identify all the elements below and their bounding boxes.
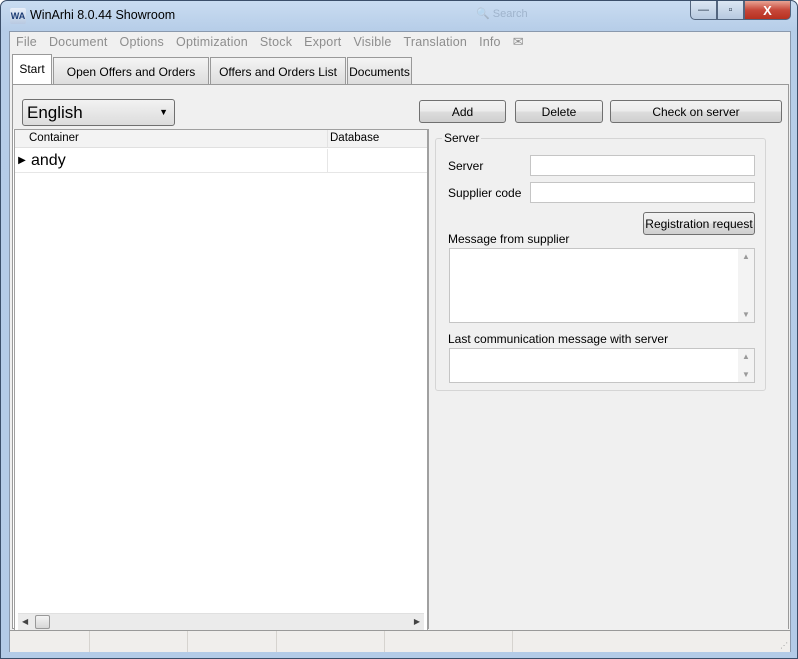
message-from-supplier-textarea[interactable]: ▲ ▼	[449, 248, 755, 323]
menu-export[interactable]: Export	[304, 35, 341, 49]
menu-visible[interactable]: Visible	[353, 35, 391, 49]
resize-grip-icon[interactable]: ⋰	[780, 641, 788, 650]
menu-translation[interactable]: Translation	[403, 35, 467, 49]
titlebar-search-ghost: 🔍 Search	[476, 8, 528, 20]
add-button[interactable]: Add	[419, 100, 506, 123]
status-panel-1	[10, 631, 90, 652]
app-window: WA WinArhi 8.0.44 Showroom 🔍 Search — ▫ …	[0, 0, 798, 659]
minimize-icon: —	[698, 4, 709, 16]
row-selector-icon: ▶	[18, 155, 26, 166]
registration-request-button[interactable]: Registration request	[643, 212, 755, 235]
status-panel-6	[513, 631, 790, 652]
menu-optimization[interactable]: Optimization	[176, 35, 248, 49]
server-group: Server Server Supplier code Registration…	[435, 131, 766, 391]
toolbar-strip: English ▼ Add Delete Check on server	[13, 85, 788, 129]
menu-info[interactable]: Info	[479, 35, 501, 49]
server-label: Server	[448, 159, 484, 173]
cell-container[interactable]: andy	[29, 149, 328, 172]
tab-documents[interactable]: Documents	[347, 57, 412, 85]
chevron-down-icon: ▼	[159, 107, 168, 117]
scroll-right-icon[interactable]: ▶	[414, 617, 420, 626]
menu-file[interactable]: File	[16, 35, 37, 49]
status-bar: ⋰	[10, 630, 790, 652]
menu-bar: File Document Options Optimization Stock…	[10, 32, 790, 51]
check-on-server-button[interactable]: Check on server	[610, 100, 782, 123]
client-area: File Document Options Optimization Stock…	[9, 31, 791, 652]
tab-start-label: Start	[19, 61, 45, 76]
delete-button[interactable]: Delete	[515, 100, 603, 123]
message-from-supplier-label: Message from supplier	[448, 232, 570, 246]
scroll-left-icon[interactable]: ◀	[22, 617, 28, 626]
tab-open-offers-orders-label: Open Offers and Orders	[66, 64, 196, 79]
maximize-icon: ▫	[728, 4, 733, 16]
title-bar[interactable]: WA WinArhi 8.0.44 Showroom 🔍 Search — ▫ …	[1, 1, 797, 31]
minimize-button[interactable]: —	[690, 1, 717, 20]
status-panel-2	[90, 631, 188, 652]
horizontal-scrollbar[interactable]: ◀ ▶	[18, 613, 424, 630]
status-panel-5	[385, 631, 513, 652]
scroll-down-icon[interactable]: ▼	[742, 310, 750, 319]
menu-options[interactable]: Options	[120, 35, 164, 49]
status-panel-4	[277, 631, 385, 652]
server-pane: Server Server Supplier code Registration…	[428, 129, 788, 629]
app-logo-icon: WA	[10, 8, 26, 24]
scroll-up-icon[interactable]: ▲	[742, 352, 750, 361]
close-icon: X	[763, 2, 772, 18]
scroll-thumb[interactable]	[35, 615, 50, 629]
tab-offers-orders-list-label: Offers and Orders List	[219, 64, 337, 79]
column-header-container[interactable]: Container	[27, 130, 328, 147]
last-communication-label: Last communication message with server	[448, 332, 669, 346]
cell-database[interactable]	[328, 149, 426, 172]
tab-offers-orders-list[interactable]: Offers and Orders List	[210, 57, 346, 85]
server-group-title: Server	[442, 131, 482, 145]
close-button[interactable]: X	[744, 1, 791, 20]
tab-start[interactable]: Start	[12, 54, 52, 86]
menu-stock[interactable]: Stock	[260, 35, 292, 49]
vertical-scrollbar[interactable]: ▲ ▼	[738, 349, 754, 382]
grid-header: Container Database	[15, 130, 427, 148]
scroll-down-icon[interactable]: ▼	[742, 370, 750, 379]
vertical-scrollbar[interactable]: ▲ ▼	[738, 249, 754, 322]
column-header-database[interactable]: Database	[328, 130, 426, 147]
window-title: WinArhi 8.0.44 Showroom	[30, 8, 176, 22]
start-tab-panel: English ▼ Add Delete Check on server Con…	[12, 84, 789, 631]
scroll-up-icon[interactable]: ▲	[742, 252, 750, 261]
menu-document[interactable]: Document	[49, 35, 108, 49]
mail-icon[interactable]: ✉	[513, 34, 524, 50]
tab-bar: Start Open Offers and Orders Offers and …	[12, 53, 413, 86]
table-row[interactable]: ▶ andy	[15, 149, 427, 173]
tab-open-offers-orders[interactable]: Open Offers and Orders	[53, 57, 209, 85]
maximize-button[interactable]: ▫	[717, 1, 744, 20]
supplier-code-input[interactable]	[530, 182, 755, 203]
container-grid: Container Database ▶ andy ◀ ▶	[14, 129, 428, 631]
language-select[interactable]: English ▼	[22, 99, 175, 126]
server-input[interactable]	[530, 155, 755, 176]
last-communication-textarea[interactable]: ▲ ▼	[449, 348, 755, 383]
status-panel-3	[188, 631, 277, 652]
tab-documents-label: Documents	[349, 64, 410, 79]
language-value: English	[27, 103, 83, 122]
supplier-code-label: Supplier code	[448, 186, 522, 200]
